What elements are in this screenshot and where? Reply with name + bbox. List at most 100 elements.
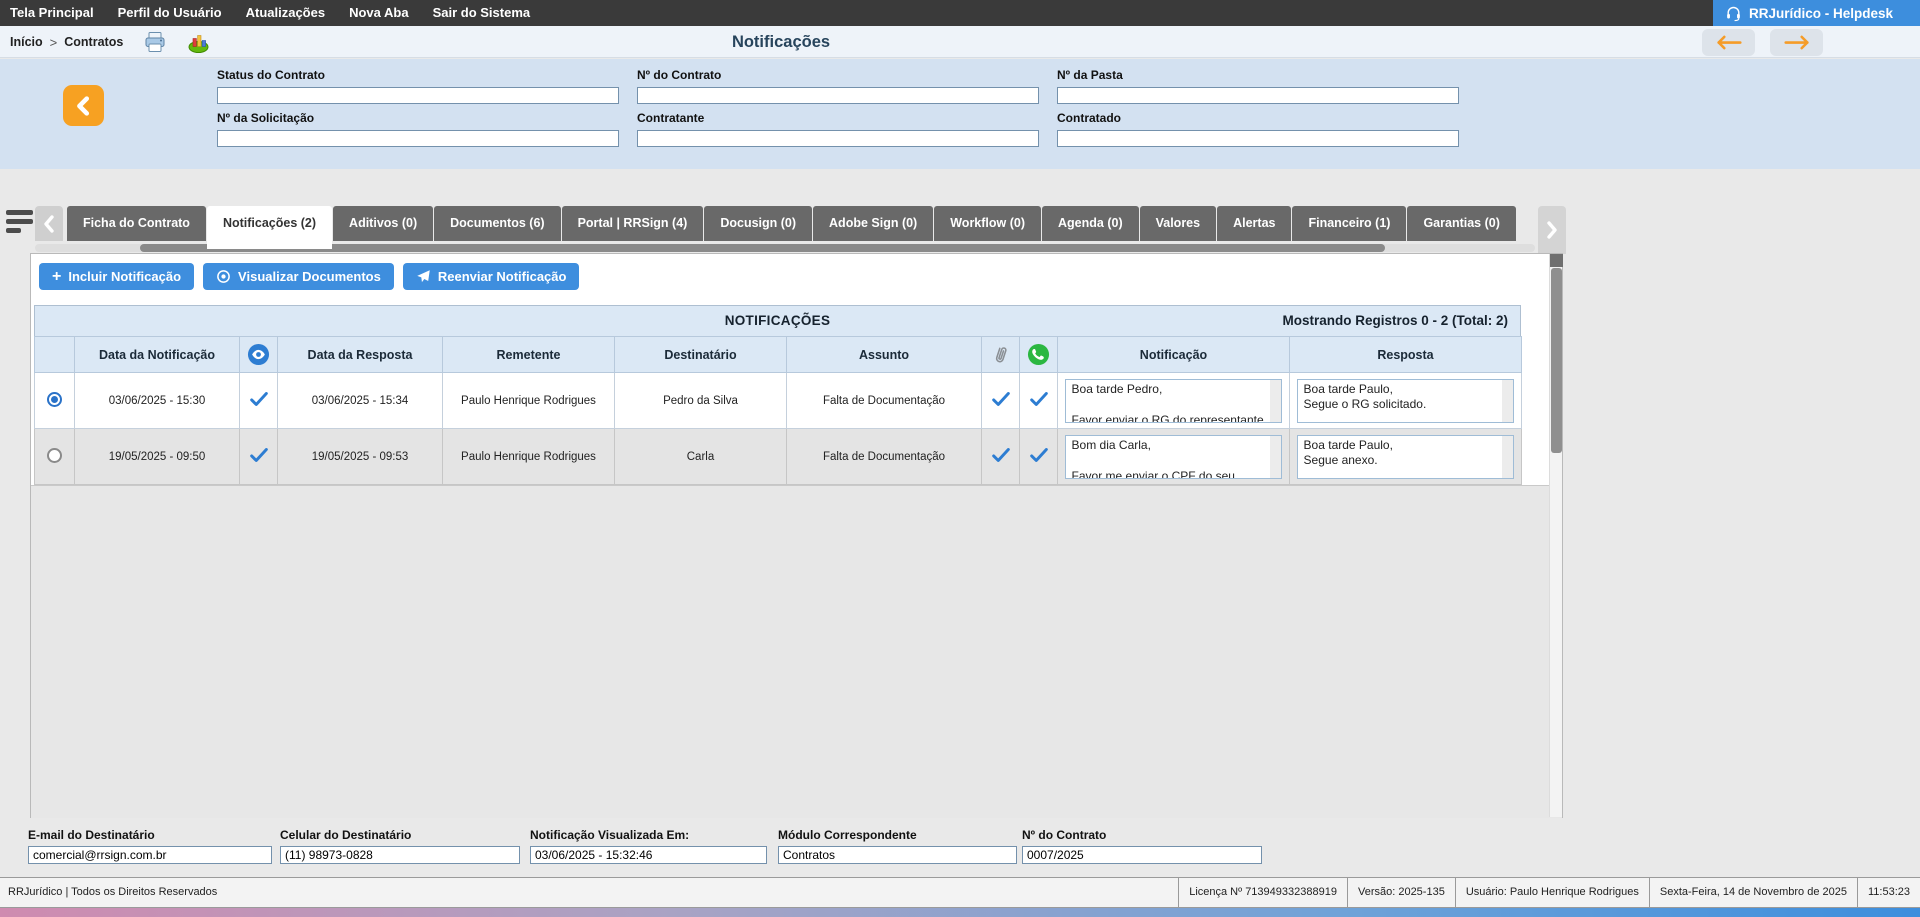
- chevron-right-icon: [1545, 221, 1559, 239]
- send-icon: [416, 269, 431, 284]
- col-resposta[interactable]: Resposta: [1290, 337, 1522, 373]
- visualizar-documentos-label: Visualizar Documentos: [238, 269, 381, 284]
- col-assunto[interactable]: Assunto: [787, 337, 982, 373]
- tab-documentos[interactable]: Documentos (6): [434, 206, 560, 241]
- filter-input-numero-pasta[interactable]: [1057, 87, 1459, 104]
- detail-input-modulo-correspondente[interactable]: [778, 846, 1017, 864]
- check-icon: [990, 388, 1012, 410]
- chart-report-icon[interactable]: [187, 30, 211, 54]
- detail-input-email-destinatario[interactable]: [28, 846, 272, 864]
- breadcrumb-current[interactable]: Contratos: [64, 35, 123, 49]
- col-anexo[interactable]: [982, 337, 1020, 373]
- cell-data-notificacao: 19/05/2025 - 09:50: [75, 429, 240, 485]
- tab-garantias[interactable]: Garantias (0): [1407, 206, 1515, 241]
- check-icon: [248, 444, 270, 466]
- check-icon: [248, 388, 270, 410]
- cell-anexo-check: [982, 429, 1020, 485]
- menu-perfil-usuario[interactable]: Perfil do Usuário: [106, 0, 234, 26]
- viewed-eye-icon: [247, 343, 270, 366]
- tab-notificacoes[interactable]: Notificações (2): [207, 206, 332, 249]
- tab-aditivos[interactable]: Aditivos (0): [333, 206, 433, 241]
- tab-docusign[interactable]: Docusign (0): [704, 206, 812, 241]
- tabs-scroll-right-button[interactable]: [1538, 206, 1566, 254]
- footer-date: Sexta-Feira, 14 de Novembro de 2025: [1649, 878, 1857, 907]
- col-select: [35, 337, 75, 373]
- records-count: Mostrando Registros 0 - 2 (Total: 2): [1282, 306, 1508, 336]
- panel-vertical-scrollbar[interactable]: [1549, 254, 1562, 817]
- visualizar-documentos-button[interactable]: Visualizar Documentos: [203, 263, 394, 290]
- cell-assunto: Falta de Documentação: [787, 373, 982, 429]
- filter-label-numero-pasta: Nº da Pasta: [1057, 68, 1459, 82]
- cell-data-resposta: 03/06/2025 - 15:34: [278, 373, 443, 429]
- detail-label-email-destinatario: E-mail do Destinatário: [28, 828, 272, 842]
- print-icon[interactable]: [143, 30, 167, 54]
- reenviar-notificacao-label: Reenviar Notificação: [438, 269, 567, 284]
- filter-label-contratante: Contratante: [637, 111, 1039, 125]
- tab-workflow[interactable]: Workflow (0): [934, 206, 1041, 241]
- notificacao-textbox[interactable]: Bom dia Carla, Favor me enviar o CPF do …: [1065, 435, 1283, 479]
- incluir-notificacao-button[interactable]: + Incluir Notificação: [39, 263, 194, 290]
- toolbar: + Incluir Notificação Visualizar Documen…: [31, 254, 1562, 299]
- breadcrumb-home[interactable]: Início: [10, 35, 43, 49]
- incluir-notificacao-label: Incluir Notificação: [68, 269, 181, 284]
- cell-destinatario: Carla: [615, 429, 787, 485]
- col-data-resposta[interactable]: Data da Resposta: [278, 337, 443, 373]
- row-radio-selected[interactable]: [47, 392, 62, 407]
- col-remetente[interactable]: Remetente: [443, 337, 615, 373]
- check-icon: [1028, 388, 1050, 410]
- tab-agenda[interactable]: Agenda (0): [1042, 206, 1139, 241]
- col-notificacao[interactable]: Notificação: [1058, 337, 1290, 373]
- nav-forward-button[interactable]: [1770, 29, 1823, 56]
- footer-time: 11:53:23: [1857, 878, 1920, 907]
- tab-ficha-do-contrato[interactable]: Ficha do Contrato: [67, 206, 206, 241]
- notifications-panel: + Incluir Notificação Visualizar Documen…: [30, 253, 1563, 818]
- tab-adobe-sign[interactable]: Adobe Sign (0): [813, 206, 933, 241]
- reenviar-notificacao-button[interactable]: Reenviar Notificação: [403, 263, 580, 290]
- hamburger-menu-icon[interactable]: [6, 210, 34, 236]
- col-whatsapp[interactable]: [1020, 337, 1058, 373]
- table-row[interactable]: 19/05/2025 - 09:50 19/05/2025 - 09:53 Pa…: [35, 429, 1522, 485]
- filter-input-contratante[interactable]: [637, 130, 1039, 147]
- resposta-textbox[interactable]: Boa tarde Paulo, Segue o RG solicitado.: [1297, 379, 1515, 423]
- cell-anexo-check: [982, 373, 1020, 429]
- cell-destinatario: Pedro da Silva: [615, 373, 787, 429]
- nav-back-button[interactable]: [1702, 29, 1755, 56]
- notificacao-textbox[interactable]: Boa tarde Pedro, Favor enviar o RG do re…: [1065, 379, 1283, 423]
- filter-input-numero-contrato[interactable]: [637, 87, 1039, 104]
- detail-input-celular-destinatario[interactable]: [280, 846, 520, 864]
- scroll-up-button[interactable]: [1550, 254, 1563, 267]
- table-row[interactable]: 03/06/2025 - 15:30 03/06/2025 - 15:34 Pa…: [35, 373, 1522, 429]
- col-visualizada[interactable]: [240, 337, 278, 373]
- footer-version: Versão: 2025-135: [1347, 878, 1455, 907]
- helpdesk-badge[interactable]: RRJurídico - Helpdesk: [1713, 0, 1920, 26]
- col-destinatario[interactable]: Destinatário: [615, 337, 787, 373]
- page-title: Notificações: [732, 26, 830, 58]
- detail-label-celular-destinatario: Celular do Destinatário: [280, 828, 520, 842]
- menu-nova-aba[interactable]: Nova Aba: [337, 0, 420, 26]
- row-radio[interactable]: [47, 448, 62, 463]
- tab-portal-rrsign[interactable]: Portal | RRSign (4): [562, 206, 704, 241]
- bottom-edge-strip: [0, 908, 1920, 917]
- paperclip-icon: [990, 344, 1012, 366]
- menu-tela-principal[interactable]: Tela Principal: [0, 0, 106, 26]
- back-button[interactable]: [63, 85, 104, 126]
- menu-atualizacoes[interactable]: Atualizações: [234, 0, 337, 26]
- detail-label-notificacao-visualizada: Notificação Visualizada Em:: [530, 828, 767, 842]
- tab-financeiro[interactable]: Financeiro (1): [1292, 206, 1406, 241]
- tab-valores[interactable]: Valores: [1140, 206, 1216, 241]
- filter-input-numero-solicitacao[interactable]: [217, 130, 619, 147]
- tab-alertas[interactable]: Alertas: [1217, 206, 1291, 241]
- tabs-scroll-left-button[interactable]: [35, 206, 63, 241]
- cell-visualizada-check: [240, 429, 278, 485]
- menu-sair-sistema[interactable]: Sair do Sistema: [421, 0, 543, 26]
- resposta-textbox[interactable]: Boa tarde Paulo, Segue anexo.: [1297, 435, 1515, 479]
- chevron-left-icon: [73, 95, 95, 117]
- detail-input-numero-contrato[interactable]: [1022, 846, 1262, 864]
- detail-input-notificacao-visualizada[interactable]: [530, 846, 767, 864]
- col-data-notificacao[interactable]: Data da Notificação: [75, 337, 240, 373]
- top-menubar: Tela Principal Perfil do Usuário Atualiz…: [0, 0, 1920, 26]
- scrollbar-thumb[interactable]: [1551, 268, 1562, 453]
- filter-input-status-contrato[interactable]: [217, 87, 619, 104]
- cell-whatsapp-check: [1020, 429, 1058, 485]
- filter-input-contratado[interactable]: [1057, 130, 1459, 147]
